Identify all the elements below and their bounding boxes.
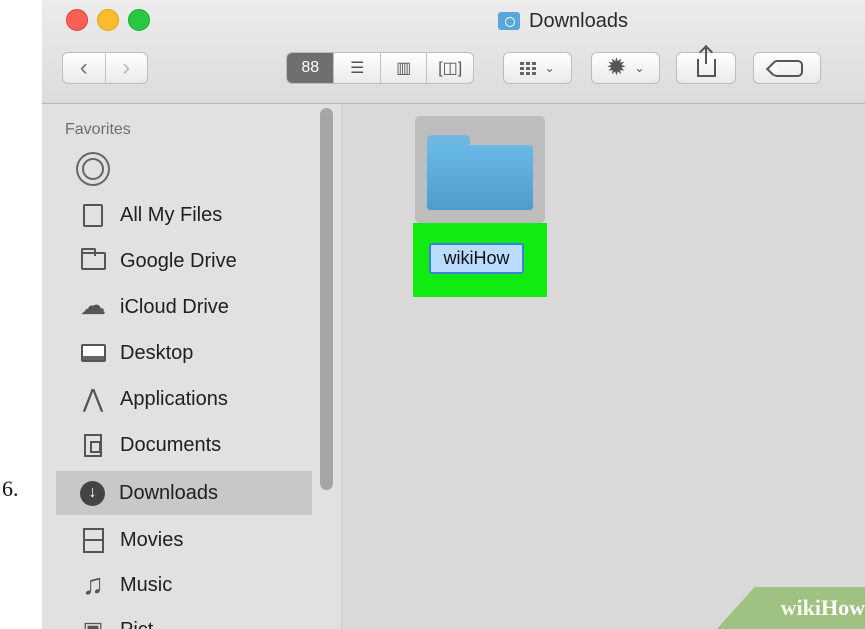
sidebar-item-airdrop[interactable] [56, 147, 312, 191]
arrange-button[interactable]: ⌄ [503, 52, 572, 84]
sidebar-item-label: All My Files [120, 203, 223, 226]
sidebar: Favorites All My Files Google Drive ☁ iC… [42, 104, 342, 629]
sidebar-item-music[interactable]: ♫ Music [56, 563, 312, 607]
close-window-button[interactable] [66, 9, 88, 31]
window-title-label: Downloads [529, 9, 628, 32]
forward-button[interactable]: › [104, 53, 148, 83]
sidebar-item-label: Documents [120, 433, 222, 456]
chevron-down-icon: ⌄ [634, 61, 645, 75]
chevron-down-icon: ⌄ [544, 61, 555, 75]
movies-icon [80, 527, 106, 553]
window-title: Downloads [498, 8, 628, 34]
sidebar-item-desktop[interactable]: Desktop [56, 331, 312, 375]
tag-icon [771, 59, 803, 77]
folder-icon[interactable] [427, 135, 533, 210]
watermark-how: How [821, 595, 865, 620]
back-button[interactable]: ‹ [63, 53, 105, 83]
view-mode-controls: 88 ☰ ▥ [◫] [286, 52, 474, 84]
share-icon [696, 48, 716, 77]
minimize-window-button[interactable] [97, 9, 119, 31]
sidebar-item-movies[interactable]: Movies [56, 518, 312, 562]
zoom-window-button[interactable] [128, 9, 150, 31]
watermark-wiki: wiki [780, 595, 821, 620]
sidebar-item-applications[interactable]: ⋀ Applications [56, 377, 312, 421]
sidebar-item-documents[interactable]: Documents [56, 423, 312, 467]
sidebar-item-label: Applications [120, 387, 228, 410]
sidebar-item-pictures[interactable]: ▣ Pict [56, 608, 312, 629]
column-view-button[interactable]: ▥ [379, 53, 427, 83]
sidebar-item-label: Google Drive [120, 249, 237, 272]
sidebar-item-label: iCloud Drive [120, 295, 229, 318]
step-number: 6. [2, 476, 19, 501]
cloud-icon: ☁ [80, 290, 106, 320]
share-button[interactable] [676, 48, 736, 84]
gear-icon: ✹ [606, 54, 627, 81]
sidebar-item-label: Desktop [120, 341, 194, 364]
tag-button[interactable] [753, 52, 821, 84]
documents-icon [80, 432, 106, 458]
sidebar-item-google-drive[interactable]: Google Drive [56, 239, 312, 283]
icon-view-button[interactable]: 88 [287, 53, 334, 83]
finder-toolbar: Downloads ‹ › 88 ☰ ▥ [◫] ⌄ ✹ ⌄ [42, 0, 865, 104]
airdrop-icon [80, 156, 106, 182]
applications-icon: ⋀ [82, 385, 104, 413]
sidebar-item-label: Downloads [119, 481, 218, 504]
pictures-icon: ▣ [80, 617, 106, 629]
cover-flow-view-button[interactable]: [◫] [426, 53, 473, 83]
sidebar-item-label: Music [120, 573, 173, 596]
music-icon: ♫ [82, 568, 104, 601]
navigation-buttons: ‹ › [62, 52, 148, 84]
sidebar-item-label: Pict [120, 619, 153, 629]
downloads-content-area: wikiHow wikiHow [342, 104, 865, 629]
sidebar-item-icloud-drive[interactable]: ☁ iCloud Drive [56, 285, 312, 329]
action-button[interactable]: ✹ ⌄ [591, 52, 660, 84]
downloads-icon: ↓ [80, 480, 105, 506]
folder-icon [80, 248, 106, 274]
wikihow-watermark: wikiHow [781, 595, 865, 621]
finder-window: Downloads ‹ › 88 ☰ ▥ [◫] ⌄ ✹ ⌄ Favorites… [42, 0, 865, 629]
arrange-grid-icon [520, 61, 537, 75]
sidebar-item-label: Movies [120, 528, 184, 551]
all-my-files-icon [80, 202, 106, 228]
list-view-button[interactable]: ☰ [333, 53, 380, 83]
favorites-heading: Favorites [65, 121, 131, 138]
folder-name-field[interactable]: wikiHow [429, 243, 524, 274]
sidebar-scrollbar[interactable] [320, 108, 333, 490]
downloads-folder-icon [498, 12, 520, 30]
desktop-icon [80, 340, 106, 366]
sidebar-item-all-my-files[interactable]: All My Files [56, 193, 312, 237]
sidebar-item-downloads[interactable]: ↓ Downloads [56, 471, 312, 515]
